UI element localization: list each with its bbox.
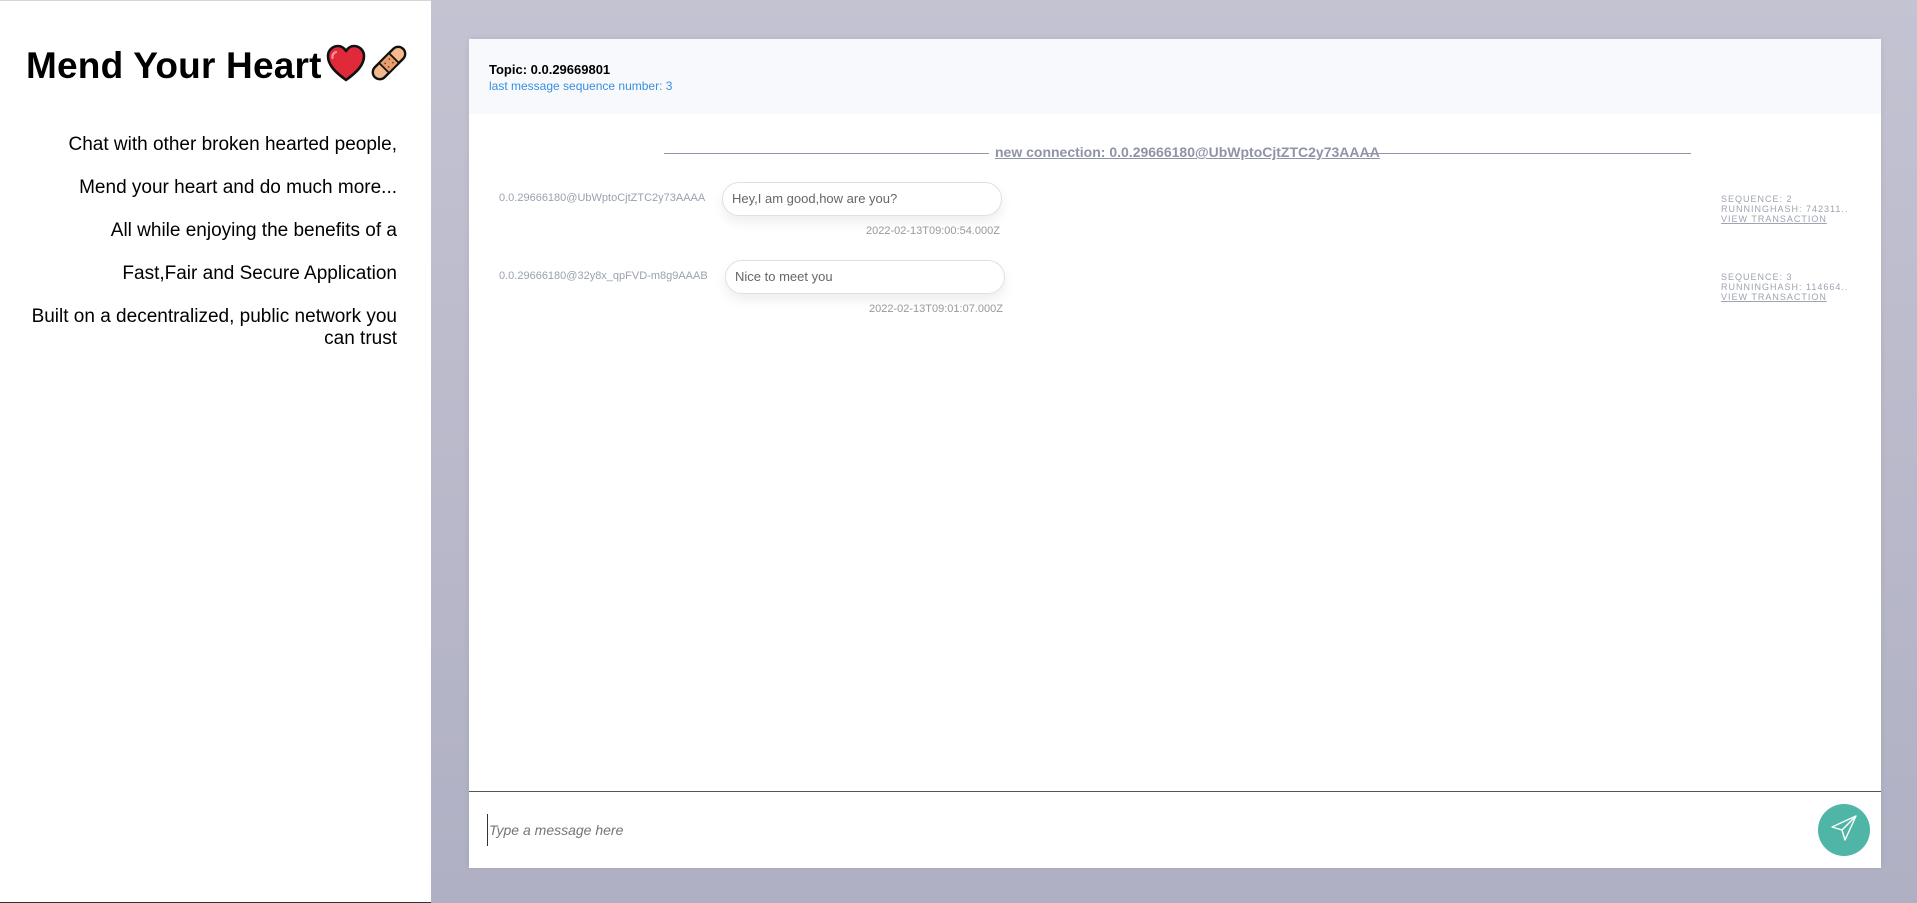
sequence-label: SEQUENCE: 2 xyxy=(1721,194,1793,204)
red-heart-icon xyxy=(325,43,367,88)
tagline-1: Chat with other broken hearted people, xyxy=(68,134,398,155)
message-sender: 0.0.29666180@UbWptoCjtZTC2y73AAAA xyxy=(499,192,706,204)
message-composer xyxy=(469,791,1881,868)
paper-plane-icon xyxy=(1830,814,1858,847)
send-button[interactable] xyxy=(1818,804,1870,856)
running-hash: RUNNINGHASH: 114664.. xyxy=(1721,282,1849,292)
message-bubble: Nice to meet you xyxy=(725,260,1005,294)
tagline-5: Built on a decentralized, public network… xyxy=(31,306,397,349)
message-sender: 0.0.29666180@32y8x_qpFVD-m8g9AAAB xyxy=(499,270,708,282)
message-bubble: Hey,I am good,how are you? xyxy=(722,182,1002,216)
view-transaction-link[interactable]: VIEW TRANSACTION xyxy=(1721,292,1861,302)
new-connection-link[interactable]: new connection: 0.0.29666180@UbWptoCjtZT… xyxy=(995,144,1380,160)
message-input[interactable] xyxy=(487,814,1691,846)
tagline-4: Fast,Fair and Secure Application xyxy=(122,263,397,284)
tagline-3: All while enjoying the benefits of a xyxy=(110,220,397,241)
topic-title: Topic: 0.0.29669801 xyxy=(489,62,611,77)
divider-right xyxy=(1364,153,1691,154)
tagline-2: Mend your heart and do much more... xyxy=(79,177,397,198)
chat-panel: Topic: 0.0.29669801 last message sequenc… xyxy=(469,39,1881,868)
message-meta: SEQUENCE: 2 RUNNINGHASH: 742311.. VIEW T… xyxy=(1721,194,1861,224)
view-transaction-link[interactable]: VIEW TRANSACTION xyxy=(1721,214,1861,224)
taglines: Chat with other broken hearted people, M… xyxy=(17,134,397,371)
sequence-label: SEQUENCE: 3 xyxy=(1721,272,1793,282)
adhesive-bandage-icon xyxy=(367,41,411,90)
message-timestamp: 2022-02-13T09:00:54.000Z xyxy=(866,225,1000,237)
main-area: Topic: 0.0.29669801 last message sequenc… xyxy=(431,0,1917,903)
sidebar: Mend Your Heart Chat with other broken h… xyxy=(0,0,431,903)
message-timestamp: 2022-02-13T09:01:07.000Z xyxy=(869,303,1003,315)
app-title: Mend Your Heart xyxy=(26,44,322,86)
last-sequence-number: last message sequence number: 3 xyxy=(489,79,673,93)
chat-header: Topic: 0.0.29669801 last message sequenc… xyxy=(469,39,1881,114)
running-hash: RUNNINGHASH: 742311.. xyxy=(1721,204,1849,214)
divider-left xyxy=(664,153,989,154)
message-meta: SEQUENCE: 3 RUNNINGHASH: 114664.. VIEW T… xyxy=(1721,272,1861,302)
brand: Mend Your Heart xyxy=(26,41,411,90)
